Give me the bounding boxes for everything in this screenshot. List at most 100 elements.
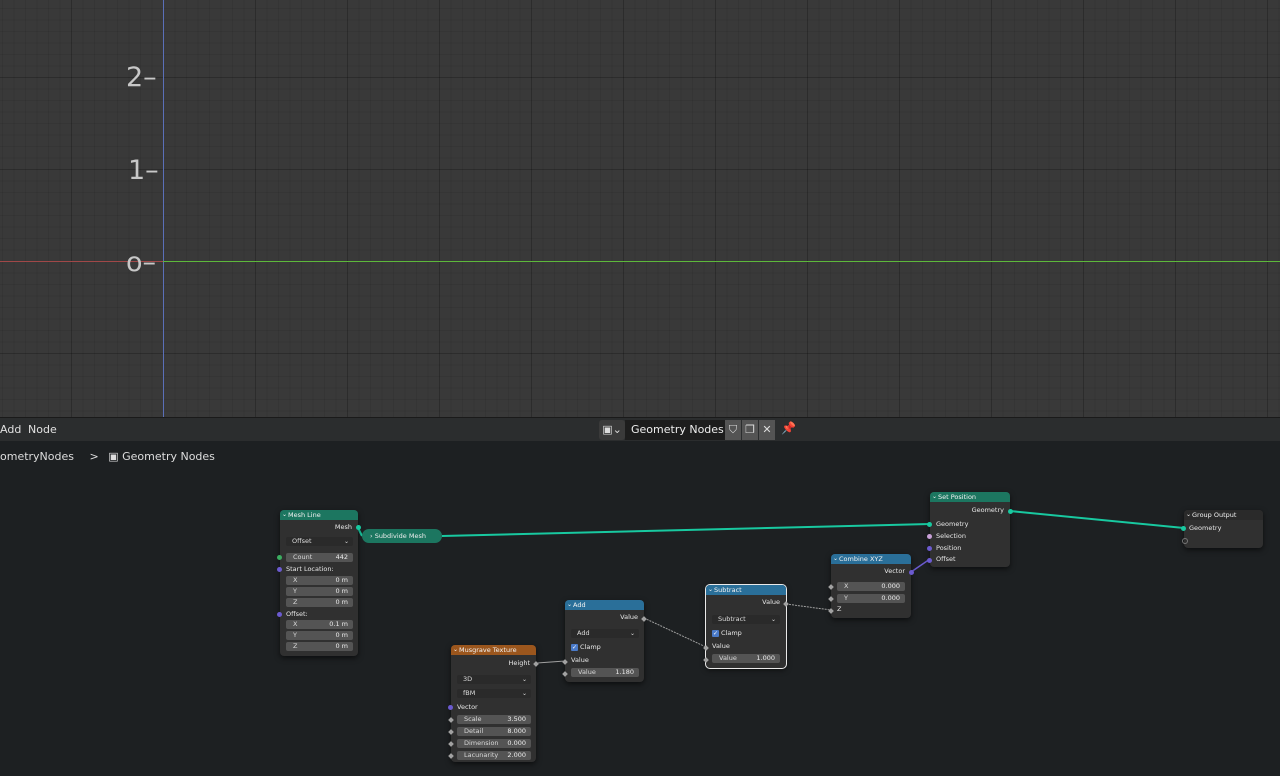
collapse-icon[interactable]: ⌄	[708, 585, 713, 595]
chevron-down-icon: ⌄	[343, 538, 349, 545]
start-x-field[interactable]: X 0 m	[286, 576, 353, 585]
menu-node[interactable]: Node	[28, 423, 57, 436]
start-location-socket[interactable]	[277, 567, 282, 572]
lacunarity-field[interactable]: Lacunarity 2.000	[457, 751, 531, 760]
operation-dropdown[interactable]: Subtract ⌄	[712, 615, 780, 624]
output-label: Mesh	[334, 523, 352, 531]
vector-socket[interactable]	[448, 705, 453, 710]
math-add-node[interactable]: ⌄ Add Value Add ⌄ ✓ Clamp Value Value 1.18…	[562, 600, 647, 682]
3d-viewport[interactable]: 2– 1– o–	[0, 0, 1280, 417]
geometry-output-socket[interactable]	[1008, 509, 1013, 514]
collapse-icon[interactable]: ⌄	[453, 645, 458, 655]
value-field[interactable]: Value 1.000	[712, 654, 780, 663]
value-input-label: Value	[712, 642, 730, 650]
dropdown-value: 3D	[463, 675, 473, 683]
chevron-down-icon: ⌄	[770, 616, 776, 623]
geometry-nodes-icon: ▣	[108, 450, 119, 463]
field-label: X	[293, 576, 298, 584]
node-tree-type-button[interactable]: ▣⌄	[599, 420, 625, 440]
z-axis-line	[163, 0, 164, 417]
pin-icon[interactable]: 📌	[781, 421, 796, 435]
geometry-input-socket[interactable]	[927, 522, 932, 527]
field-label: X	[844, 582, 849, 590]
field-label: X	[293, 620, 298, 628]
mesh-line-node[interactable]: ⌄ Mesh Line Mesh Offset ⌄ Count 442 Start…	[277, 510, 361, 656]
output-label: Height	[508, 659, 531, 667]
clamp-checkbox[interactable]: ✓	[712, 630, 719, 637]
field-value: 2.000	[507, 751, 526, 759]
offset-socket[interactable]	[927, 558, 932, 563]
offset-z-field[interactable]: Z 0 m	[286, 642, 353, 651]
collapse-icon[interactable]: ⌄	[932, 492, 937, 502]
position-socket[interactable]	[927, 546, 932, 551]
menu-add[interactable]: Add	[0, 423, 21, 436]
z-label: Z	[837, 605, 842, 613]
offset-y-field[interactable]: Y 0 m	[286, 631, 353, 640]
selection-socket[interactable]	[927, 534, 932, 539]
detail-field[interactable]: Detail 8.000	[457, 727, 531, 736]
node-title: Add	[573, 601, 586, 609]
offset-socket[interactable]	[277, 612, 282, 617]
combine-xyz-header[interactable]: ⌄ Combine XYZ	[831, 554, 911, 564]
field-value: 0.000	[507, 739, 526, 747]
duplicate-button[interactable]: ❐	[742, 420, 758, 440]
value-field[interactable]: Value 1.180	[571, 668, 639, 677]
subdivide-mesh-node[interactable]: › Subdivide Mesh	[362, 529, 442, 543]
start-y-field[interactable]: Y 0 m	[286, 587, 353, 596]
fake-user-button[interactable]: ⛉	[725, 420, 741, 440]
start-z-field[interactable]: Z 0 m	[286, 598, 353, 607]
geometry-input-label: Geometry	[936, 520, 969, 528]
breadcrumb-separator: >	[89, 450, 99, 463]
combine-xyz-node[interactable]: ⌄ Combine XYZ Vector X 0.000 Y 0.000 Z	[828, 554, 914, 618]
musgrave-texture-node[interactable]: ⌄ Musgrave Texture Height 3D ⌄ fBM ⌄ Vecto…	[448, 645, 539, 762]
musgrave-header[interactable]: ⌄ Musgrave Texture	[451, 645, 536, 655]
node-tree-name-field[interactable]: Geometry Nodes	[625, 420, 725, 440]
count-field[interactable]: Count 442	[286, 553, 353, 562]
collapse-icon[interactable]: ⌄	[833, 554, 838, 564]
type-dropdown[interactable]: fBM ⌄	[457, 689, 531, 698]
selection-label: Selection	[936, 532, 966, 540]
field-value: 8.000	[507, 727, 526, 735]
set-position-header[interactable]: ⌄ Set Position	[930, 492, 1010, 502]
scale-field[interactable]: Scale 3.500	[457, 715, 531, 724]
mode-dropdown[interactable]: Offset ⌄	[286, 537, 353, 546]
unlink-button[interactable]: ✕	[759, 420, 775, 440]
field-label: Value	[578, 668, 596, 676]
math-subtract-node[interactable]: ⌄ Subtract Value Subtract ⌄ ✓ Clamp Value…	[703, 584, 789, 669]
mesh-output-socket[interactable]	[356, 525, 361, 530]
vector-output-socket[interactable]	[909, 570, 914, 575]
empty-input-socket[interactable]	[1182, 538, 1188, 544]
dimension-field[interactable]: Dimension 0.000	[457, 739, 531, 748]
subtract-header[interactable]: ⌄ Subtract	[706, 585, 786, 595]
expand-icon[interactable]: ›	[370, 532, 373, 540]
field-label: Z	[293, 598, 298, 606]
mesh-line-header[interactable]: ⌄ Mesh Line	[280, 510, 358, 520]
output-label: Value	[762, 598, 780, 606]
start-location-label: Start Location:	[286, 565, 334, 573]
count-socket[interactable]	[277, 555, 282, 560]
field-label: Dimension	[464, 739, 499, 747]
offset-x-field[interactable]: X 0.1 m	[286, 620, 353, 629]
set-position-node[interactable]: ⌄ Set Position Geometry Geometry Selecti…	[927, 492, 1013, 567]
breadcrumb: ometryNodes > ▣ Geometry Nodes	[0, 450, 215, 463]
field-label: Y	[844, 594, 848, 602]
operation-dropdown[interactable]: Add ⌄	[571, 629, 639, 638]
vector-label: Vector	[457, 703, 478, 711]
node-title: Set Position	[938, 493, 977, 501]
output-label: Value	[620, 613, 638, 621]
breadcrumb-object: ometryNodes	[0, 450, 74, 463]
field-label: Scale	[464, 715, 482, 723]
group-output-header[interactable]: ⌄ Group Output	[1184, 510, 1263, 520]
dimensions-dropdown[interactable]: 3D ⌄	[457, 675, 531, 684]
collapse-icon[interactable]: ⌄	[1186, 510, 1191, 520]
geometry-input-socket[interactable]	[1181, 526, 1186, 531]
collapse-icon[interactable]: ⌄	[282, 510, 287, 520]
group-output-node[interactable]: ⌄ Group Output Geometry	[1181, 510, 1263, 548]
add-header[interactable]: ⌄ Add	[565, 600, 644, 610]
field-value: 442	[335, 553, 348, 561]
node-editor[interactable]: ⌄ Mesh Line Mesh Offset ⌄ Count 442 Start…	[0, 441, 1280, 776]
clamp-checkbox[interactable]: ✓	[571, 644, 578, 651]
y-field[interactable]: Y 0.000	[837, 594, 905, 603]
collapse-icon[interactable]: ⌄	[567, 600, 572, 610]
x-field[interactable]: X 0.000	[837, 582, 905, 591]
